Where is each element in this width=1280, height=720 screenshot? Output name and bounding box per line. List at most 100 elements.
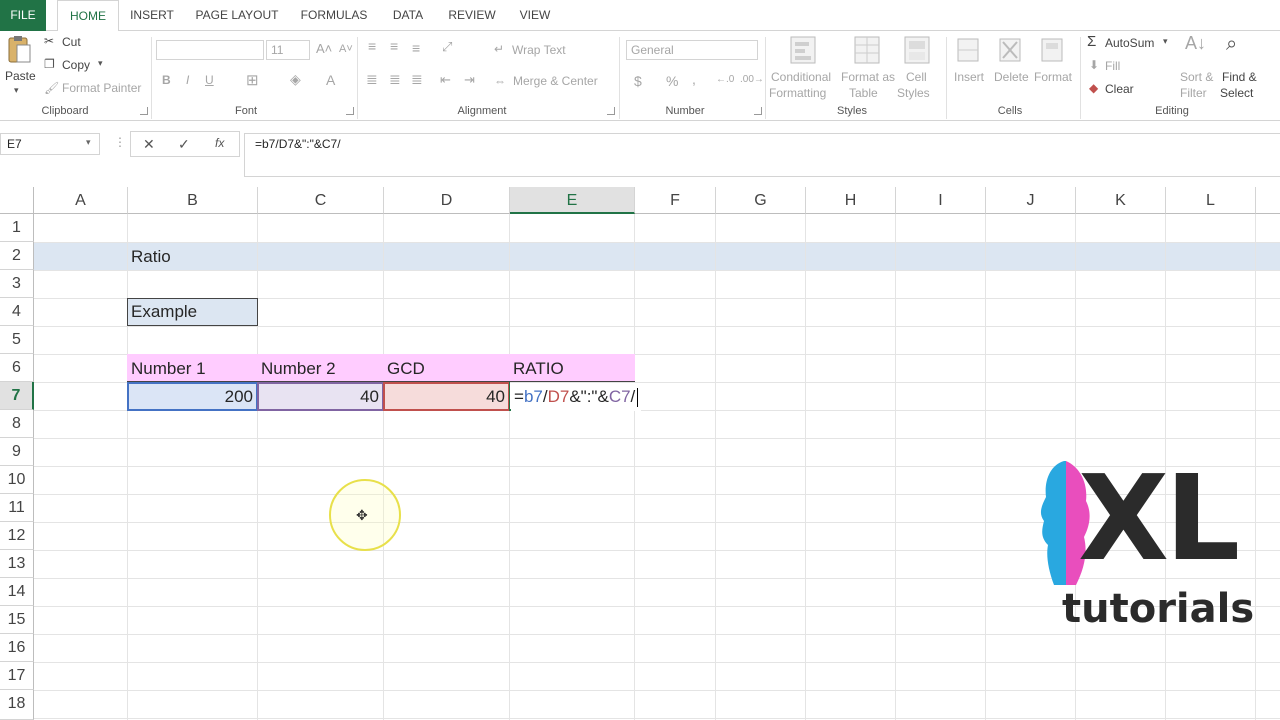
format-as-table-label-2[interactable]: Table <box>849 86 878 100</box>
number-launcher-icon[interactable] <box>754 107 762 115</box>
format-painter-button[interactable]: Format Painter <box>62 81 141 95</box>
row-header[interactable]: 9 <box>0 438 34 466</box>
number-format-combo[interactable]: General <box>626 40 758 60</box>
find-select-icon[interactable]: ⌕ <box>1226 33 1237 56</box>
delete-cells-icon[interactable] <box>997 35 1023 65</box>
paste-icon[interactable] <box>6 35 32 65</box>
align-bottom-icon[interactable]: ≡ <box>412 40 420 56</box>
comma-button[interactable]: , <box>692 71 696 87</box>
row-header[interactable]: 17 <box>0 662 34 690</box>
merge-center-button[interactable]: Merge & Center <box>513 74 598 88</box>
merge-center-icon[interactable]: ⇔ <box>494 74 506 88</box>
cut-button[interactable]: Cut <box>62 35 81 49</box>
copy-dropdown-icon[interactable]: ▾ <box>98 58 103 69</box>
format-painter-icon[interactable]: 🖌 <box>44 81 59 95</box>
cell-d7-gcd[interactable]: 40 <box>383 382 510 411</box>
column-header-d[interactable]: D <box>384 187 510 214</box>
name-box[interactable]: E7 <box>0 133 100 155</box>
tab-home[interactable]: HOME <box>57 0 119 32</box>
find-select-label-1[interactable]: Find & <box>1222 70 1257 84</box>
row-header[interactable]: 16 <box>0 634 34 662</box>
italic-button[interactable]: I <box>186 73 189 87</box>
cut-icon[interactable]: ✂ <box>44 34 54 48</box>
conditional-formatting-label-2[interactable]: Formatting <box>769 86 826 100</box>
select-all-corner[interactable] <box>0 187 34 214</box>
increase-decimal-icon[interactable]: ←.0 <box>716 74 734 85</box>
wrap-text-icon[interactable]: ↵ <box>494 42 504 56</box>
header-gcd[interactable]: GCD <box>384 355 509 383</box>
delete-button[interactable]: Delete <box>994 70 1029 84</box>
row-header[interactable]: 1 <box>0 214 34 242</box>
header-number-2[interactable]: Number 2 <box>258 355 383 383</box>
tab-file[interactable]: FILE <box>0 0 46 31</box>
tab-review[interactable]: REVIEW <box>444 0 500 31</box>
row-header[interactable]: 12 <box>0 522 34 550</box>
row-header-selected[interactable]: 7 <box>0 382 34 410</box>
find-select-label-2[interactable]: Select <box>1220 86 1253 100</box>
column-header-k[interactable]: K <box>1076 187 1166 214</box>
tab-insert[interactable]: INSERT <box>126 0 178 31</box>
row-header[interactable]: 15 <box>0 606 34 634</box>
autosum-dropdown-icon[interactable]: ▾ <box>1163 36 1168 47</box>
borders-icon[interactable]: ⊞ <box>246 71 259 89</box>
column-header-f[interactable]: F <box>635 187 716 214</box>
orientation-icon[interactable]: ⤢ <box>442 39 452 55</box>
name-box-dropdown-icon[interactable]: ▾ <box>86 137 91 148</box>
worksheet-grid[interactable]: A B C D E F G H I J K L 1 2 3 4 5 6 7 8 … <box>0 187 1280 720</box>
currency-button[interactable]: $ <box>634 73 642 89</box>
row-header[interactable]: 5 <box>0 326 34 354</box>
row-header[interactable]: 11 <box>0 494 34 522</box>
insert-button[interactable]: Insert <box>954 70 984 84</box>
shrink-font-icon[interactable]: A˅ <box>339 43 353 55</box>
paste-button[interactable]: Paste <box>5 69 36 83</box>
underline-button[interactable]: U <box>205 73 214 87</box>
cell-styles-label-2[interactable]: Styles <box>897 86 930 100</box>
format-button[interactable]: Format <box>1034 70 1072 84</box>
enter-icon[interactable]: ✓ <box>178 136 190 153</box>
sort-filter-label-2[interactable]: Filter <box>1180 86 1207 100</box>
align-right-icon[interactable]: ≣ <box>411 71 423 88</box>
tab-data[interactable]: DATA <box>386 0 430 31</box>
sort-filter-icon[interactable]: A↓ <box>1185 33 1206 54</box>
header-number-1[interactable]: Number 1 <box>128 355 257 383</box>
column-header-e[interactable]: E <box>510 187 635 214</box>
column-header-c[interactable]: C <box>258 187 384 214</box>
fill-color-icon[interactable]: ◈ <box>290 71 301 88</box>
conditional-formatting-label-1[interactable]: Conditional <box>771 70 831 84</box>
clipboard-launcher-icon[interactable] <box>140 107 148 115</box>
autosum-icon[interactable]: Σ <box>1087 33 1096 50</box>
sort-filter-label-1[interactable]: Sort & <box>1180 70 1213 84</box>
row-header[interactable]: 3 <box>0 270 34 298</box>
insert-cells-icon[interactable] <box>955 35 981 65</box>
font-launcher-icon[interactable] <box>346 107 354 115</box>
paste-dropdown-icon[interactable]: ▾ <box>14 85 19 96</box>
percent-button[interactable]: % <box>666 73 678 89</box>
header-ratio[interactable]: RATIO <box>510 355 634 383</box>
column-header-j[interactable]: J <box>986 187 1076 214</box>
row-header[interactable]: 18 <box>0 690 34 720</box>
font-size-combo[interactable]: 11 <box>266 40 310 60</box>
align-top-icon[interactable]: ≡ <box>368 38 376 54</box>
conditional-formatting-icon[interactable] <box>789 35 817 65</box>
column-header-b[interactable]: B <box>128 187 258 214</box>
increase-indent-icon[interactable]: ⇥ <box>464 72 475 88</box>
row-header[interactable]: 2 <box>0 242 34 270</box>
copy-icon[interactable]: ❐ <box>44 57 55 71</box>
fill-button[interactable]: Fill <box>1105 59 1120 73</box>
insert-function-icon[interactable]: fx <box>215 136 224 150</box>
font-color-icon[interactable]: A <box>326 72 335 88</box>
cell-b7-number-1[interactable]: 200 <box>127 382 258 411</box>
decrease-indent-icon[interactable]: ⇤ <box>440 72 451 88</box>
grow-font-icon[interactable]: A˄ <box>316 41 332 56</box>
format-as-table-icon[interactable] <box>853 35 881 65</box>
formula-input[interactable]: =b7/D7&":"&C7/ <box>244 133 1280 177</box>
tab-view[interactable]: VIEW <box>514 0 556 31</box>
row-header[interactable]: 8 <box>0 410 34 438</box>
cell-c7-number-2[interactable]: 40 <box>257 382 384 411</box>
fill-icon[interactable]: ⬇ <box>1089 58 1099 72</box>
clear-icon[interactable]: ◆ <box>1089 81 1098 95</box>
alignment-launcher-icon[interactable] <box>607 107 615 115</box>
column-header-i[interactable]: I <box>896 187 986 214</box>
column-header-l[interactable]: L <box>1166 187 1256 214</box>
tab-page-layout[interactable]: PAGE LAYOUT <box>192 0 282 31</box>
